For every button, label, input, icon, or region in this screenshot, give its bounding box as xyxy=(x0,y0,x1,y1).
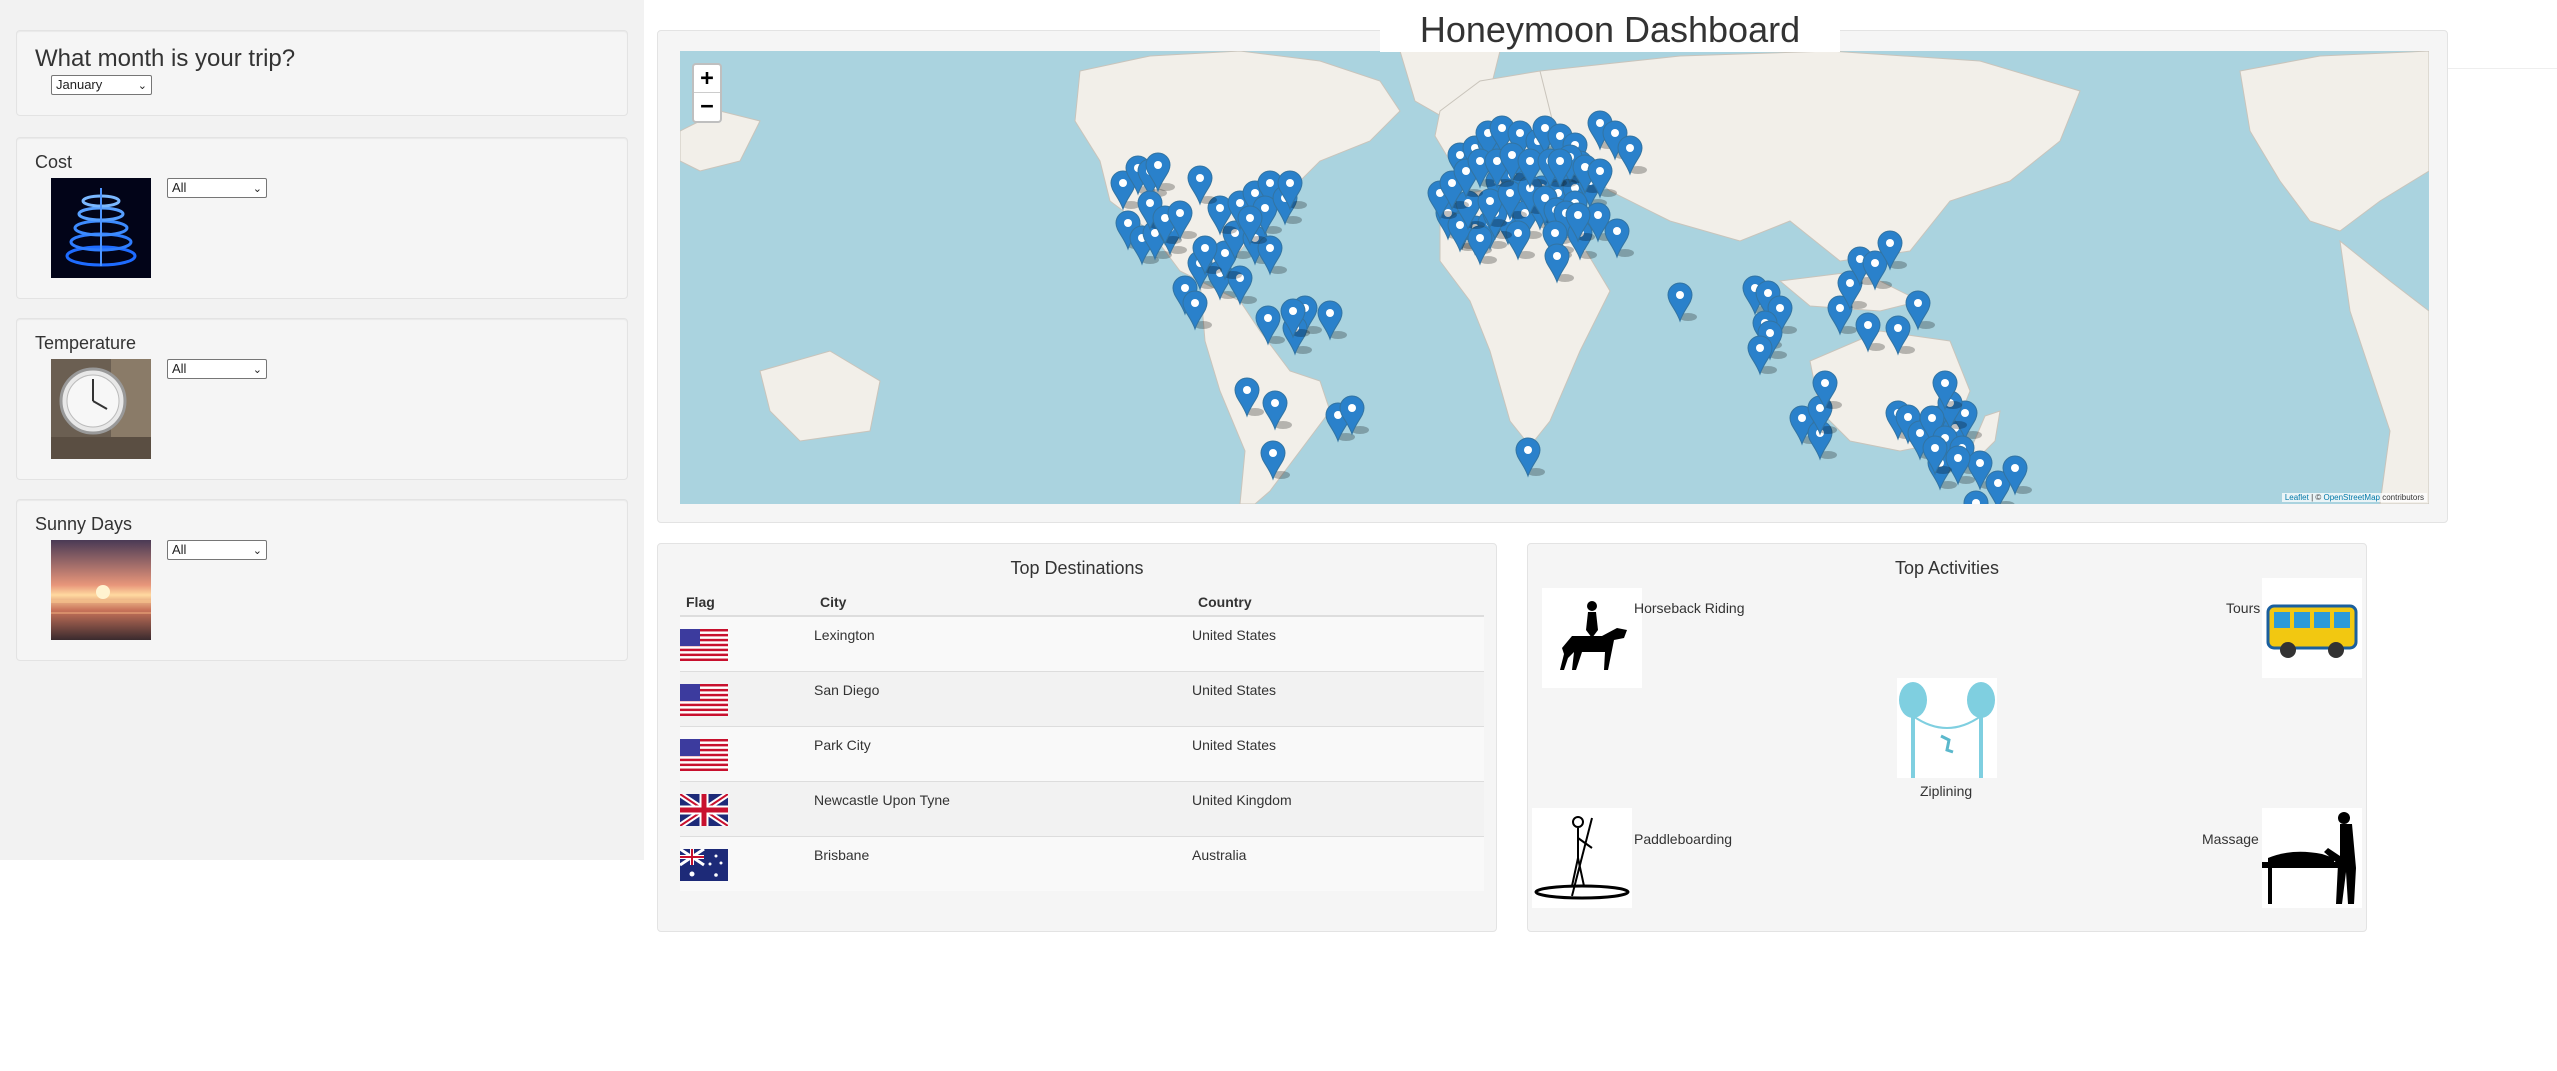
page-title: Honeymoon Dashboard xyxy=(1380,8,1840,52)
country-cell: United Kingdom xyxy=(1192,780,1484,836)
flag-column-header[interactable]: Flag xyxy=(680,588,814,617)
city-column-header[interactable]: City xyxy=(814,588,1192,617)
month-select-value: January xyxy=(56,77,103,92)
sunny-days-filter-panel: Sunny Days All ⌄ xyxy=(16,499,628,661)
activity-tours[interactable]: Tours xyxy=(2226,600,2260,616)
us-flag-icon xyxy=(680,683,728,716)
chevron-down-icon: ⌄ xyxy=(252,183,262,195)
flag-cell xyxy=(679,835,814,891)
zipline-icon xyxy=(1897,678,1997,778)
thermometer-image xyxy=(51,359,151,459)
world-map[interactable]: + − Leaflet | © OpenStreetMap contributo… xyxy=(680,51,2429,504)
month-label: What month is your trip? xyxy=(35,45,296,72)
cost-select[interactable]: All ⌄ xyxy=(167,178,267,198)
activity-paddleboarding[interactable]: Paddleboarding xyxy=(1634,831,1732,847)
city-cell: Brisbane xyxy=(814,835,1192,891)
activity-ziplining[interactable]: Ziplining xyxy=(1920,783,1972,799)
zoom-in-button[interactable]: + xyxy=(694,65,720,93)
top-destinations-panel: Top Destinations Flag City Country Lexin… xyxy=(657,543,1497,932)
sunny-days-select[interactable]: All ⌄ xyxy=(167,540,267,560)
table-row: San Diego United States xyxy=(680,670,1484,726)
month-select[interactable]: January ⌄ xyxy=(51,75,152,95)
map-attribution: Leaflet | © OpenStreetMap contributors xyxy=(2281,493,2427,502)
table-row: Park City United States xyxy=(680,725,1484,781)
activity-massage[interactable]: Massage xyxy=(2202,831,2259,847)
flag-cell xyxy=(678,780,814,836)
map-tiles xyxy=(680,51,2429,504)
us-flag-icon xyxy=(680,629,728,661)
top-destinations-title: Top Destinations xyxy=(1010,558,1144,578)
sidebar: What month is your trip? January ⌄ Cost … xyxy=(0,0,644,860)
cost-filter-panel: Cost All ⌄ xyxy=(16,137,628,299)
table-row: Lexington United States xyxy=(680,615,1484,671)
city-cell: Park City xyxy=(814,725,1192,781)
sunny-days-select-value: All xyxy=(172,542,187,557)
destinations-table: Flag City Country Lexington United States… xyxy=(678,588,1484,891)
country-cell: United States xyxy=(1192,670,1484,726)
country-cell: United States xyxy=(1192,725,1484,781)
activity-horseback-riding[interactable]: Horseback Riding xyxy=(1634,600,1745,616)
country-column-header[interactable]: Country xyxy=(1192,588,1484,617)
cost-image xyxy=(51,178,151,278)
paddleboard-icon xyxy=(1532,808,1632,908)
chevron-down-icon: ⌄ xyxy=(137,80,147,92)
map-panel: + − Leaflet | © OpenStreetMap contributo… xyxy=(657,30,2448,523)
top-activities-title: Top Activities xyxy=(1894,558,2000,578)
temperature-filter-panel: Temperature All ⌄ xyxy=(16,318,628,480)
au-flag-icon xyxy=(679,847,728,881)
massage-icon xyxy=(2262,808,2362,908)
us-flag-icon xyxy=(680,738,728,771)
table-header-row: Flag City Country xyxy=(680,588,1484,617)
chevron-down-icon: ⌄ xyxy=(252,545,262,557)
month-filter-panel: What month is your trip? January ⌄ xyxy=(16,30,628,116)
temperature-select[interactable]: All ⌄ xyxy=(167,359,267,379)
table-row: Brisbane Australia xyxy=(679,835,1484,891)
chevron-down-icon: ⌄ xyxy=(252,364,262,376)
flag-cell xyxy=(680,615,814,671)
sunny-days-label: Sunny Days xyxy=(35,514,133,534)
temperature-label: Temperature xyxy=(35,333,137,353)
cost-label: Cost xyxy=(35,152,73,172)
country-cell: United States xyxy=(1192,615,1484,671)
uk-flag-icon xyxy=(678,791,730,828)
attribution-tail: contributors xyxy=(2379,493,2424,502)
city-cell: San Diego xyxy=(814,670,1192,726)
zoom-out-button[interactable]: − xyxy=(694,93,720,121)
flag-cell xyxy=(680,670,814,726)
cost-select-value: All xyxy=(172,180,187,195)
table-row: Newcastle Upon Tyne United Kingdom xyxy=(678,780,1484,836)
attribution-separator: | © xyxy=(2308,493,2324,502)
bus-icon xyxy=(2262,578,2362,678)
sunset-image xyxy=(51,540,151,640)
flag-cell xyxy=(680,725,814,781)
top-activities-panel: Top Activities Horseback Riding Tours Zi… xyxy=(1527,543,2367,932)
temperature-select-value: All xyxy=(172,361,187,376)
osm-link[interactable]: OpenStreetMap xyxy=(2323,493,2379,502)
zoom-control: + − xyxy=(692,63,722,123)
country-cell: Australia xyxy=(1192,835,1484,891)
city-cell: Lexington xyxy=(814,615,1192,671)
city-cell: Newcastle Upon Tyne xyxy=(814,780,1192,836)
leaflet-link[interactable]: Leaflet xyxy=(2285,493,2309,502)
horse-rider-icon xyxy=(1542,588,1642,688)
